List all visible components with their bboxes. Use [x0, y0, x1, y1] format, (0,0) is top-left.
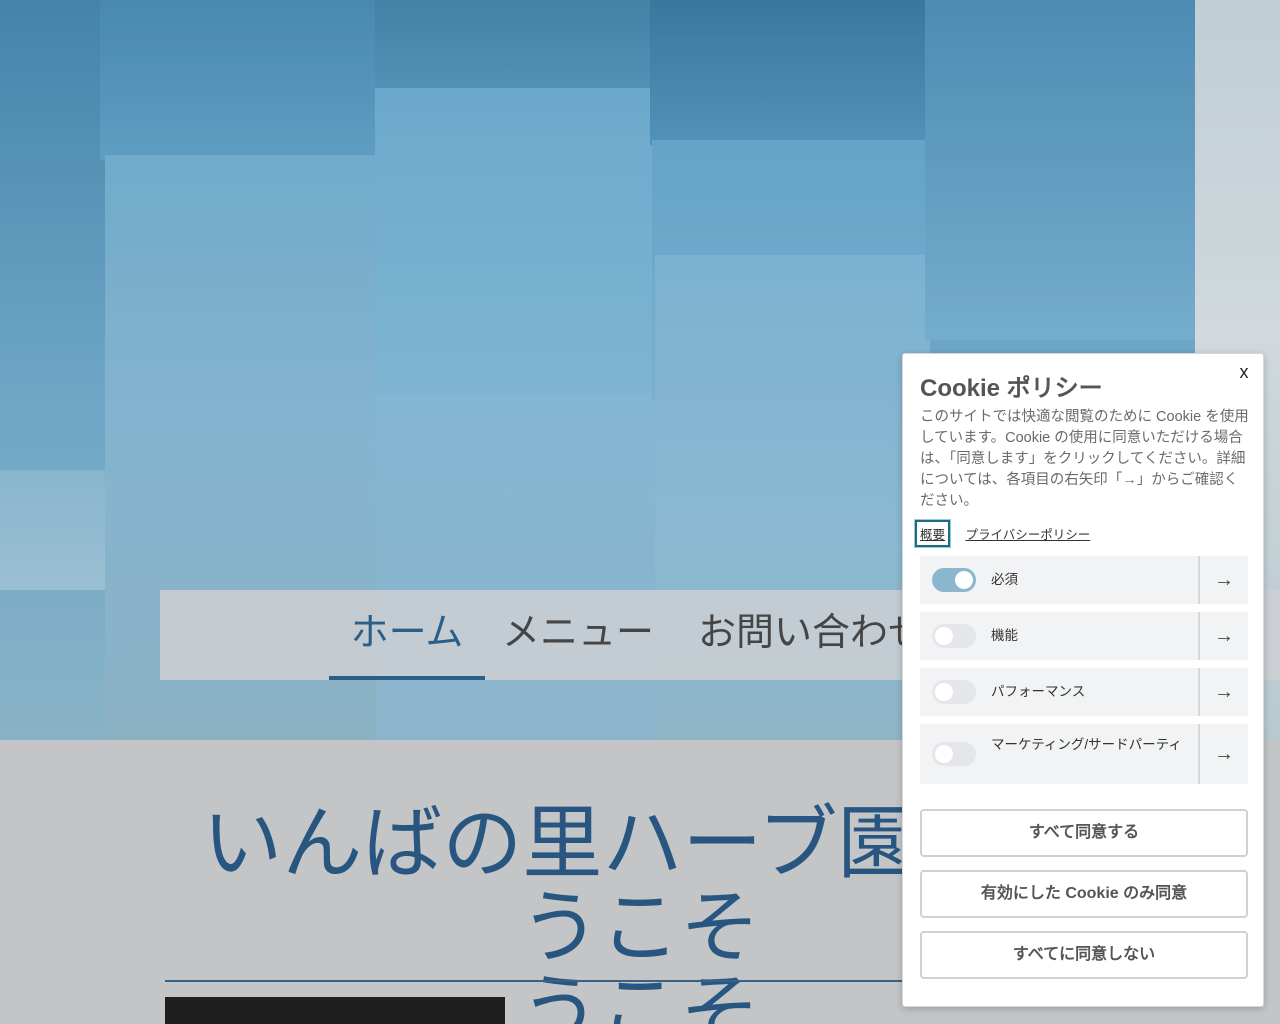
toggle-knob: [935, 627, 953, 645]
cookie-dialog: x Cookie ポリシー このサイトでは快適な閲覧のために Cookie を使…: [902, 353, 1264, 1007]
toggle-marketing[interactable]: [932, 742, 976, 766]
toggle-knob: [955, 571, 973, 589]
tab-privacy-policy[interactable]: プライバシーポリシー: [962, 522, 1093, 545]
tab-overview[interactable]: 概要: [913, 519, 952, 548]
arrow-right-icon[interactable]: →: [1198, 556, 1248, 604]
arrow-right-icon[interactable]: →: [1198, 668, 1248, 716]
arrow-right-icon[interactable]: →: [1198, 724, 1248, 784]
cookie-category-performance: パフォーマンス →: [920, 668, 1248, 716]
cookie-title: Cookie ポリシー: [920, 375, 1103, 402]
cookie-description: このサイトでは快適な閲覧のために Cookie を使用しています。Cookie …: [920, 409, 1249, 509]
toggle-knob: [935, 683, 953, 701]
toggle-knob: [935, 745, 953, 763]
cookie-category-functional: 機能 →: [920, 612, 1248, 660]
reject-all-button[interactable]: すべてに同意しない: [920, 931, 1248, 979]
category-label: マーケティング/サードパーティ: [991, 737, 1182, 752]
arrow-right-icon[interactable]: →: [1198, 612, 1248, 660]
toggle-performance[interactable]: [932, 680, 976, 704]
category-label: パフォーマンス: [991, 684, 1086, 699]
accept-enabled-button[interactable]: 有効にした Cookie のみ同意: [920, 870, 1248, 918]
accept-all-button[interactable]: すべて同意する: [920, 809, 1248, 857]
close-button[interactable]: x: [1233, 362, 1255, 384]
category-label: 必須: [991, 572, 1018, 587]
toggle-required[interactable]: [932, 568, 976, 592]
cookie-category-required: 必須 →: [920, 556, 1248, 604]
cookie-tabs: 概要 プライバシーポリシー: [913, 519, 1101, 548]
category-label: 機能: [991, 628, 1018, 643]
toggle-functional[interactable]: [932, 624, 976, 648]
cookie-category-marketing: マーケティング/サードパーティ →: [920, 724, 1248, 784]
